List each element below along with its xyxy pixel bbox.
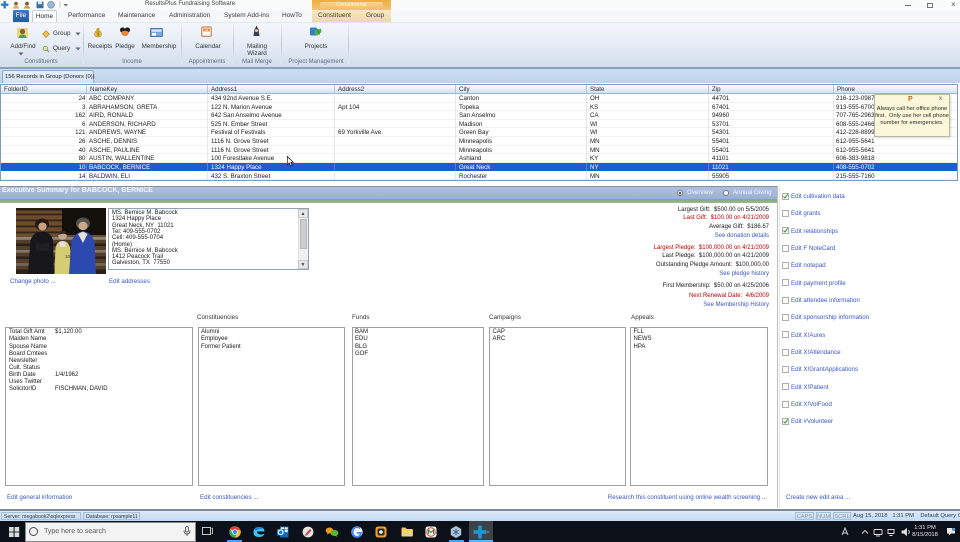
svg-text:10: 10 xyxy=(65,254,71,259)
svg-text:$: $ xyxy=(97,31,100,37)
svg-text:18: 18 xyxy=(205,28,209,32)
